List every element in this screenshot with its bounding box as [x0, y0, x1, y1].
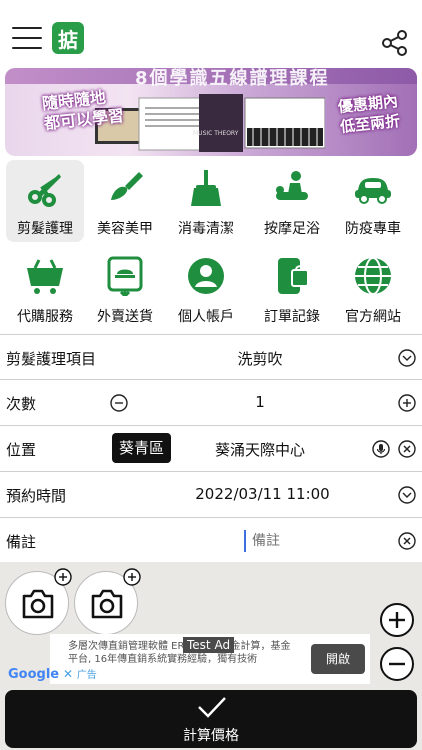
service-orders[interactable]: 訂單記錄 [253, 248, 331, 330]
plus-icon [54, 568, 72, 586]
location-label: 位置 [6, 441, 37, 459]
banner-card-text: MUSIC THEORY [193, 130, 239, 137]
service-cleaning[interactable]: 消毒清潔 [167, 160, 245, 242]
globe-icon [355, 257, 391, 295]
service-delivery[interactable]: 外賣送貨 [86, 248, 164, 330]
appointment-time-label: 預約時間 [6, 487, 67, 505]
top-bar: 掂 [0, 0, 422, 66]
car-icon [355, 178, 391, 204]
quantity-value: 1 [255, 393, 265, 411]
appointment-time-value: 2022/03/11 11:00 [195, 485, 330, 503]
massage-icon [276, 171, 308, 200]
broom-icon [191, 170, 221, 206]
banner-right-text: 優惠期內 低至兩折 [337, 91, 401, 137]
ad-tag: Test Ad [183, 637, 235, 653]
service-item-label: 剪髮護理項目 [6, 350, 97, 368]
banner-title: 8個學識五線譜理課程 [135, 68, 330, 89]
banner-left-text: 隨時隨地 都可以學習 [41, 87, 125, 134]
quantity-label: 次數 [6, 395, 37, 413]
zoom-out-icon[interactable] [379, 646, 415, 682]
quantity-row: 次數 1 [0, 380, 422, 426]
note-label: 備註 [6, 533, 37, 551]
district-chip[interactable]: 葵青區 [112, 433, 172, 463]
calculate-price-button[interactable]: 計算價格 [5, 690, 417, 748]
check-icon [198, 697, 226, 718]
google-ads-logo: Google ✕ 广告 [8, 667, 97, 682]
service-item-row[interactable]: 剪髮護理項目 洗剪吹 [0, 334, 422, 380]
service-massage[interactable]: 按摩足浴 [253, 160, 331, 242]
plus-icon[interactable] [398, 394, 416, 412]
camera-icon [22, 589, 54, 619]
app-logo: 掂 [52, 22, 84, 54]
service-purchasing[interactable]: 代購服務 [6, 248, 84, 330]
minus-icon[interactable] [110, 394, 128, 412]
add-photo-button[interactable] [5, 568, 72, 635]
microphone-icon[interactable] [372, 440, 390, 458]
service-item-value: 洗剪吹 [237, 350, 283, 368]
service-website[interactable]: 官方網站 [334, 248, 412, 330]
banner-devices-image [95, 94, 325, 152]
share-icon[interactable] [380, 28, 410, 58]
location-row: 位置 葵青區 葵涌天際中心 [0, 426, 422, 472]
order-icon [278, 258, 309, 294]
note-input[interactable] [244, 530, 364, 552]
chevron-down-icon[interactable] [398, 349, 416, 367]
promo-banner[interactable]: 8個學識五線譜理課程 MUSIC THEORY 隨時隨地 都可以學習 優惠期內 … [5, 68, 417, 156]
service-haircut[interactable]: 剪髮護理 [6, 160, 84, 242]
chevron-down-icon[interactable] [398, 486, 416, 504]
location-value[interactable]: 葵涌天際中心 [200, 439, 320, 460]
user-icon [188, 258, 224, 294]
service-transport[interactable]: 防疫專車 [334, 160, 412, 242]
clear-icon[interactable] [398, 440, 416, 458]
cart-icon [27, 259, 63, 294]
clear-icon[interactable] [398, 532, 416, 550]
zoom-in-icon[interactable] [379, 602, 415, 638]
service-account[interactable]: 個人帳戶 [167, 248, 245, 330]
camera-icon [91, 589, 123, 619]
menu-icon[interactable] [12, 27, 42, 49]
delivery-icon [107, 256, 143, 296]
appointment-time-row[interactable]: 預約時間 2022/03/11 11:00 [0, 472, 422, 518]
plus-icon [123, 568, 141, 586]
scissors-icon [28, 174, 61, 207]
ad-open-button[interactable]: 開啟 [311, 644, 365, 674]
ad-banner[interactable]: 多層次傳直銷管理軟體 ERP系統，獎金計算，基金平台, 16年傳直銷系統實務經驗… [50, 634, 370, 684]
brush-icon [111, 172, 143, 200]
add-photo-button[interactable] [74, 568, 141, 635]
service-beauty[interactable]: 美容美甲 [86, 160, 164, 242]
note-row: 備註 [0, 518, 422, 564]
calculate-price-label: 計算價格 [183, 728, 239, 744]
